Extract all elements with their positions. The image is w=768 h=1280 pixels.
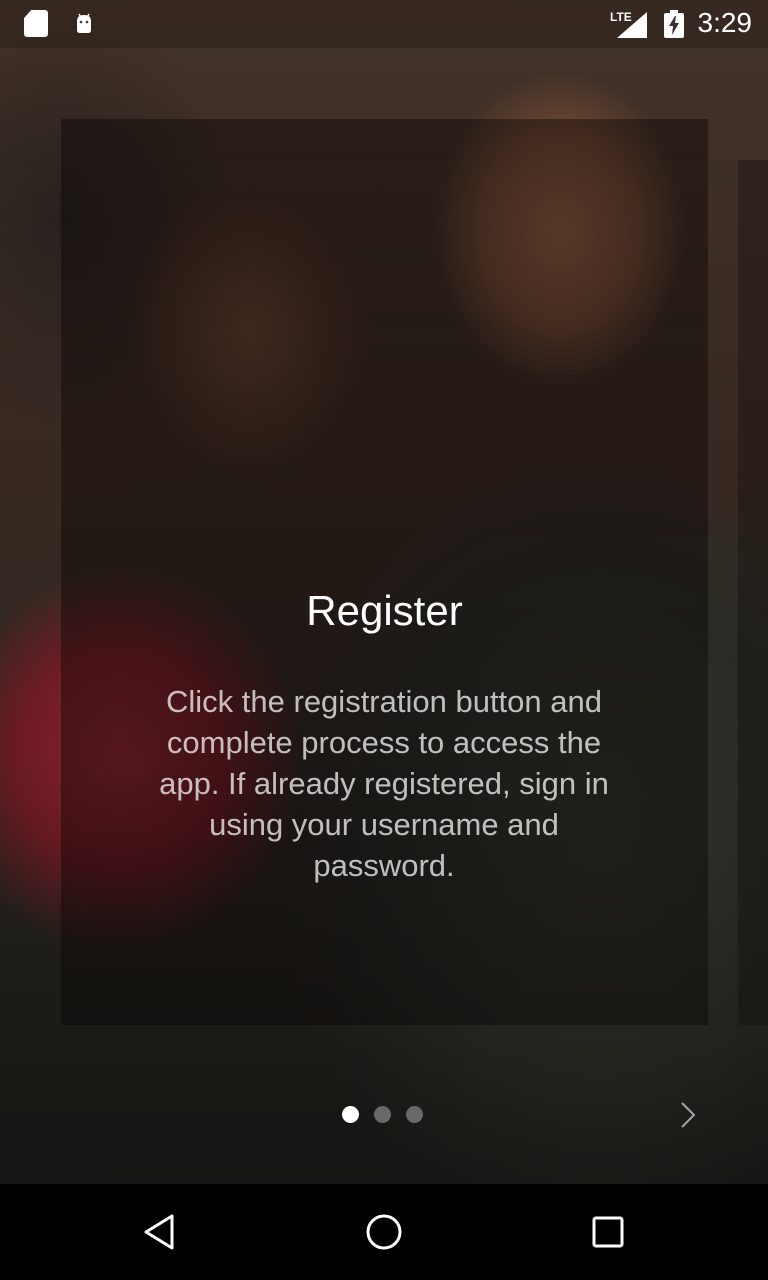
battery-charging-icon [664, 10, 684, 38]
signal-icon [617, 12, 647, 38]
page-indicator [342, 1106, 423, 1124]
back-icon [144, 1214, 174, 1250]
recents-icon [592, 1216, 624, 1248]
status-bar: LTE 3:29 [0, 0, 768, 48]
next-slide-button[interactable] [668, 1094, 708, 1136]
slide-title: Register [306, 587, 463, 634]
sd-card-icon [24, 10, 48, 37]
next-slide-card-peek[interactable] [738, 160, 768, 1025]
page-dot-3[interactable] [406, 1106, 423, 1123]
chevron-right-icon [681, 1102, 696, 1128]
home-button[interactable] [360, 1208, 408, 1256]
system-navigation-bar [0, 1184, 768, 1280]
slide-card[interactable] [61, 119, 708, 1025]
home-icon [366, 1214, 402, 1250]
onboarding-screen: Register Click the registration button a… [0, 0, 768, 1280]
page-dot-1[interactable] [342, 1106, 359, 1123]
status-clock: 3:29 [697, 7, 753, 38]
slide-description: Click the registration button and comple… [159, 684, 609, 883]
recents-button[interactable] [584, 1208, 632, 1256]
back-button[interactable] [136, 1208, 184, 1256]
page-dot-2[interactable] [374, 1106, 391, 1123]
android-icon [77, 13, 91, 33]
